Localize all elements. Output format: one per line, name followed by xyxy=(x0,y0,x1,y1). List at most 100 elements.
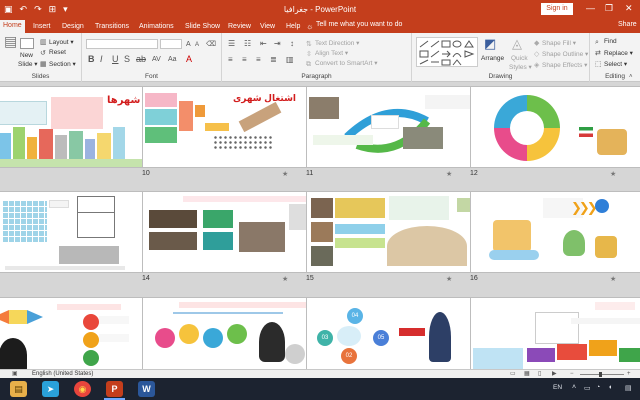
word-icon[interactable]: W xyxy=(138,381,155,397)
tab-animations[interactable]: Animations xyxy=(136,21,177,33)
font-color-icon[interactable]: A xyxy=(186,55,192,64)
photo-placeholder xyxy=(309,97,339,119)
language-status[interactable]: English (United States) xyxy=(32,371,93,377)
text-box xyxy=(425,95,473,109)
text-box xyxy=(389,196,449,220)
tell-me-search[interactable]: Tell me what you want to do xyxy=(316,21,402,28)
replace-button[interactable]: Replace ▾ xyxy=(604,49,633,57)
shapes-gallery[interactable] xyxy=(416,37,478,67)
reset-button[interactable]: Reset xyxy=(49,49,66,56)
new-slide-dropdown[interactable]: Slide ▾ xyxy=(18,60,38,68)
collapse-ribbon-icon[interactable]: ˄ xyxy=(629,73,633,82)
font-group: A A ⌫ B I U S ab AV Aa A Font xyxy=(82,33,222,82)
battery-icon[interactable]: ▭ xyxy=(584,384,591,392)
transition-star-icon: ★ xyxy=(446,276,453,283)
line-spacing-icon[interactable]: ↕ xyxy=(290,39,294,48)
increase-indent-icon[interactable]: ⇥ xyxy=(274,39,281,48)
shape-outline-button[interactable]: Shape Outline ▾ xyxy=(542,50,588,58)
slide-thumbnail[interactable] xyxy=(470,86,640,168)
minimize-icon[interactable]: — xyxy=(586,3,595,13)
transition-star-icon: ★ xyxy=(446,171,453,178)
flag-graphic xyxy=(579,127,593,137)
tab-slide-show[interactable]: Slide Show xyxy=(182,21,223,33)
text-direction-button[interactable]: Text Direction ▾ xyxy=(315,39,359,47)
new-slide-icon[interactable] xyxy=(20,38,34,49)
network-icon[interactable]: ◔ xyxy=(596,384,600,391)
powerpoint-icon[interactable]: P xyxy=(106,381,123,397)
slide-thumbnail[interactable]: 04 03 05 02 xyxy=(306,297,482,369)
bullets-icon[interactable]: ☰ xyxy=(228,39,235,48)
tab-view[interactable]: View xyxy=(257,21,278,33)
slide-thumbnail[interactable] xyxy=(142,191,318,273)
tab-help[interactable]: Help xyxy=(283,21,303,33)
font-size-field[interactable] xyxy=(160,39,182,49)
notifications-icon[interactable]: ▤ xyxy=(625,384,632,392)
building-graphic xyxy=(39,129,53,159)
change-case-icon[interactable]: Aa xyxy=(168,55,177,64)
diagram-node-05: 05 xyxy=(373,330,389,346)
justify-icon[interactable]: ≣ xyxy=(270,55,277,64)
shape-effects-button[interactable]: Shape Effects ▾ xyxy=(542,61,587,69)
section-button[interactable]: Section ▾ xyxy=(49,60,76,68)
slide-thumbnail[interactable] xyxy=(306,86,482,168)
slides-group: ▤ New Slide ▾ ▥ Layout ▾ ↺ Reset ▦ Secti… xyxy=(0,33,82,82)
slide-thumbnail[interactable]: ❯❯❯ xyxy=(470,191,640,273)
file-explorer-icon[interactable]: ▤ xyxy=(10,381,27,397)
slides-group-label: Slides xyxy=(31,73,50,80)
input-language[interactable]: EN xyxy=(553,384,562,391)
bold-icon[interactable]: B xyxy=(88,55,95,64)
text-line xyxy=(179,302,309,308)
align-right-icon[interactable]: ≡ xyxy=(256,55,261,64)
select-button[interactable]: Select ▾ xyxy=(604,60,627,68)
new-slide-button[interactable]: New xyxy=(20,52,33,59)
decrease-font-icon[interactable]: A xyxy=(195,41,199,50)
zoom-slider[interactable] xyxy=(580,374,624,375)
slide-thumbnail[interactable] xyxy=(306,191,482,273)
chrome-icon[interactable]: ◉ xyxy=(74,381,91,397)
align-center-icon[interactable]: ≡ xyxy=(242,55,247,64)
slide-thumbnail[interactable] xyxy=(142,297,318,369)
volume-icon[interactable]: ◖ xyxy=(608,384,612,391)
tab-transitions[interactable]: Transitions xyxy=(92,21,132,33)
convert-smartart-button[interactable]: Convert to SmartArt ▾ xyxy=(315,59,378,67)
columns-icon[interactable]: ▥ xyxy=(286,55,294,64)
numbering-icon[interactable]: ☷ xyxy=(244,39,251,48)
tab-design[interactable]: Design xyxy=(59,21,87,33)
share-button[interactable]: Share xyxy=(618,21,637,28)
slide-thumbnail[interactable] xyxy=(470,297,640,369)
quick-styles-dropdown[interactable]: Styles ▾ xyxy=(509,63,532,71)
slide-thumbnail[interactable] xyxy=(0,297,154,369)
find-button[interactable]: Find xyxy=(604,38,617,45)
slide-thumbnail[interactable] xyxy=(0,191,154,273)
arrange-button[interactable]: Arrange xyxy=(481,55,504,62)
underline-icon[interactable]: U xyxy=(112,55,119,64)
quick-styles-icon[interactable]: ◬ xyxy=(512,37,522,50)
tab-insert[interactable]: Insert xyxy=(30,21,54,33)
tab-review[interactable]: Review xyxy=(225,21,254,33)
increase-font-icon[interactable]: A xyxy=(186,40,191,49)
shadow-icon[interactable]: S xyxy=(124,55,130,64)
quick-styles-button[interactable]: Quick xyxy=(511,55,528,62)
character-spacing-icon[interactable]: AV xyxy=(152,55,161,64)
arrange-icon[interactable]: ◩ xyxy=(484,37,496,50)
decrease-indent-icon[interactable]: ⇤ xyxy=(260,39,267,48)
zoom-slider-thumb[interactable] xyxy=(599,372,602,377)
italic-icon[interactable]: I xyxy=(100,55,103,64)
strikethrough-icon[interactable]: ab xyxy=(136,55,146,64)
restore-icon[interactable]: ❐ xyxy=(605,3,613,14)
layout-button[interactable]: Layout ▾ xyxy=(49,38,74,46)
align-text-button[interactable]: Align Text ▾ xyxy=(315,49,348,57)
close-icon[interactable]: ✕ xyxy=(625,3,633,14)
shape-fill-button[interactable]: Shape Fill ▾ xyxy=(542,39,576,47)
slide-thumbnail[interactable]: شهرها xyxy=(0,86,154,168)
align-left-icon[interactable]: ≡ xyxy=(228,55,233,64)
sign-in-button[interactable]: Sign in xyxy=(541,3,573,15)
font-name-field[interactable] xyxy=(86,39,158,49)
telegram-icon[interactable]: ➤ xyxy=(42,381,59,397)
show-hidden-icons-icon[interactable]: ˄ xyxy=(572,384,576,391)
tab-home[interactable]: Home xyxy=(0,20,25,33)
slide-thumbnail[interactable]: اشتغال شهری xyxy=(142,86,318,168)
clipboard-icon[interactable]: ▤ xyxy=(4,34,17,48)
stairs-graphic xyxy=(238,101,282,133)
clear-format-icon[interactable]: ⌫ xyxy=(206,40,216,49)
